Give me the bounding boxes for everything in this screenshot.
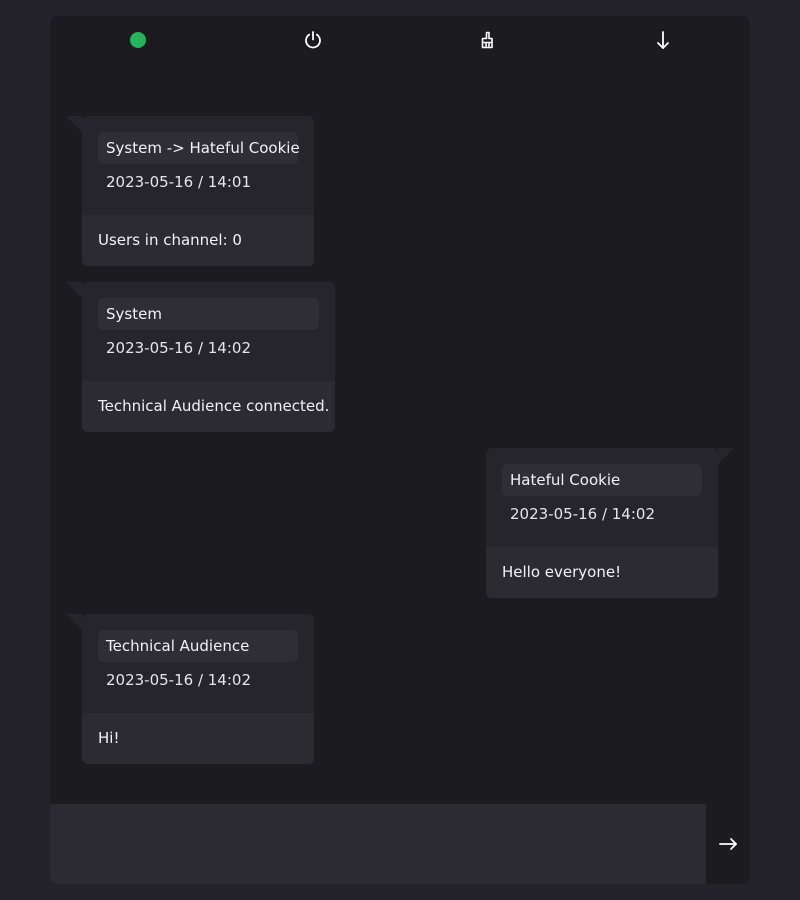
message-timestamp: 2023-05-16 / 14:01 bbox=[106, 173, 251, 191]
raise-hand-button[interactable] bbox=[476, 28, 500, 52]
bubble-tail bbox=[66, 116, 82, 132]
message-bubble: Technical Audience 2023-05-16 / 14:02 Hi… bbox=[66, 614, 314, 764]
message-list[interactable]: System -> Hateful Cookie 2023-05-16 / 14… bbox=[50, 64, 750, 804]
message-header: Hateful Cookie 2023-05-16 / 14:02 bbox=[486, 448, 718, 547]
message-header: System -> Hateful Cookie 2023-05-16 / 14… bbox=[82, 116, 314, 215]
power-icon bbox=[305, 31, 321, 49]
message-author: Hateful Cookie bbox=[502, 464, 702, 496]
message-input[interactable] bbox=[50, 804, 706, 884]
arrow-down-icon bbox=[657, 31, 669, 49]
message-bubble-own: Hateful Cookie 2023-05-16 / 14:02 Hello … bbox=[486, 448, 734, 598]
message-bubble: System -> Hateful Cookie 2023-05-16 / 14… bbox=[66, 116, 314, 266]
toolbar bbox=[50, 16, 750, 64]
send-button[interactable] bbox=[706, 804, 750, 884]
bubble-tail bbox=[66, 282, 82, 298]
message-text: Hi! bbox=[82, 713, 314, 764]
bubble-tail bbox=[66, 614, 82, 630]
chat-window: System -> Hateful Cookie 2023-05-16 / 14… bbox=[50, 16, 750, 884]
message-bubble: System 2023-05-16 / 14:02 Technical Audi… bbox=[66, 282, 335, 432]
message-header: Technical Audience 2023-05-16 / 14:02 bbox=[82, 614, 314, 713]
message-author: System -> Hateful Cookie bbox=[98, 132, 300, 164]
hand-icon bbox=[481, 31, 493, 49]
message-timestamp: 2023-05-16 / 14:02 bbox=[106, 339, 251, 357]
power-button[interactable] bbox=[301, 28, 325, 52]
message-header: System 2023-05-16 / 14:02 bbox=[82, 282, 335, 381]
status-dot bbox=[130, 32, 146, 48]
arrow-right-icon bbox=[719, 838, 737, 850]
message-timestamp: 2023-05-16 / 14:02 bbox=[510, 505, 655, 523]
message-text: Users in channel: 0 bbox=[82, 215, 314, 266]
connection-status-indicator bbox=[126, 28, 150, 52]
bubble-tail bbox=[718, 448, 734, 464]
scroll-down-button[interactable] bbox=[651, 28, 675, 52]
message-author: Technical Audience bbox=[98, 630, 298, 662]
message-text: Technical Audience connected. bbox=[82, 381, 335, 432]
message-timestamp: 2023-05-16 / 14:02 bbox=[106, 671, 251, 689]
message-author: System bbox=[98, 298, 319, 330]
message-text: Hello everyone! bbox=[486, 547, 718, 598]
